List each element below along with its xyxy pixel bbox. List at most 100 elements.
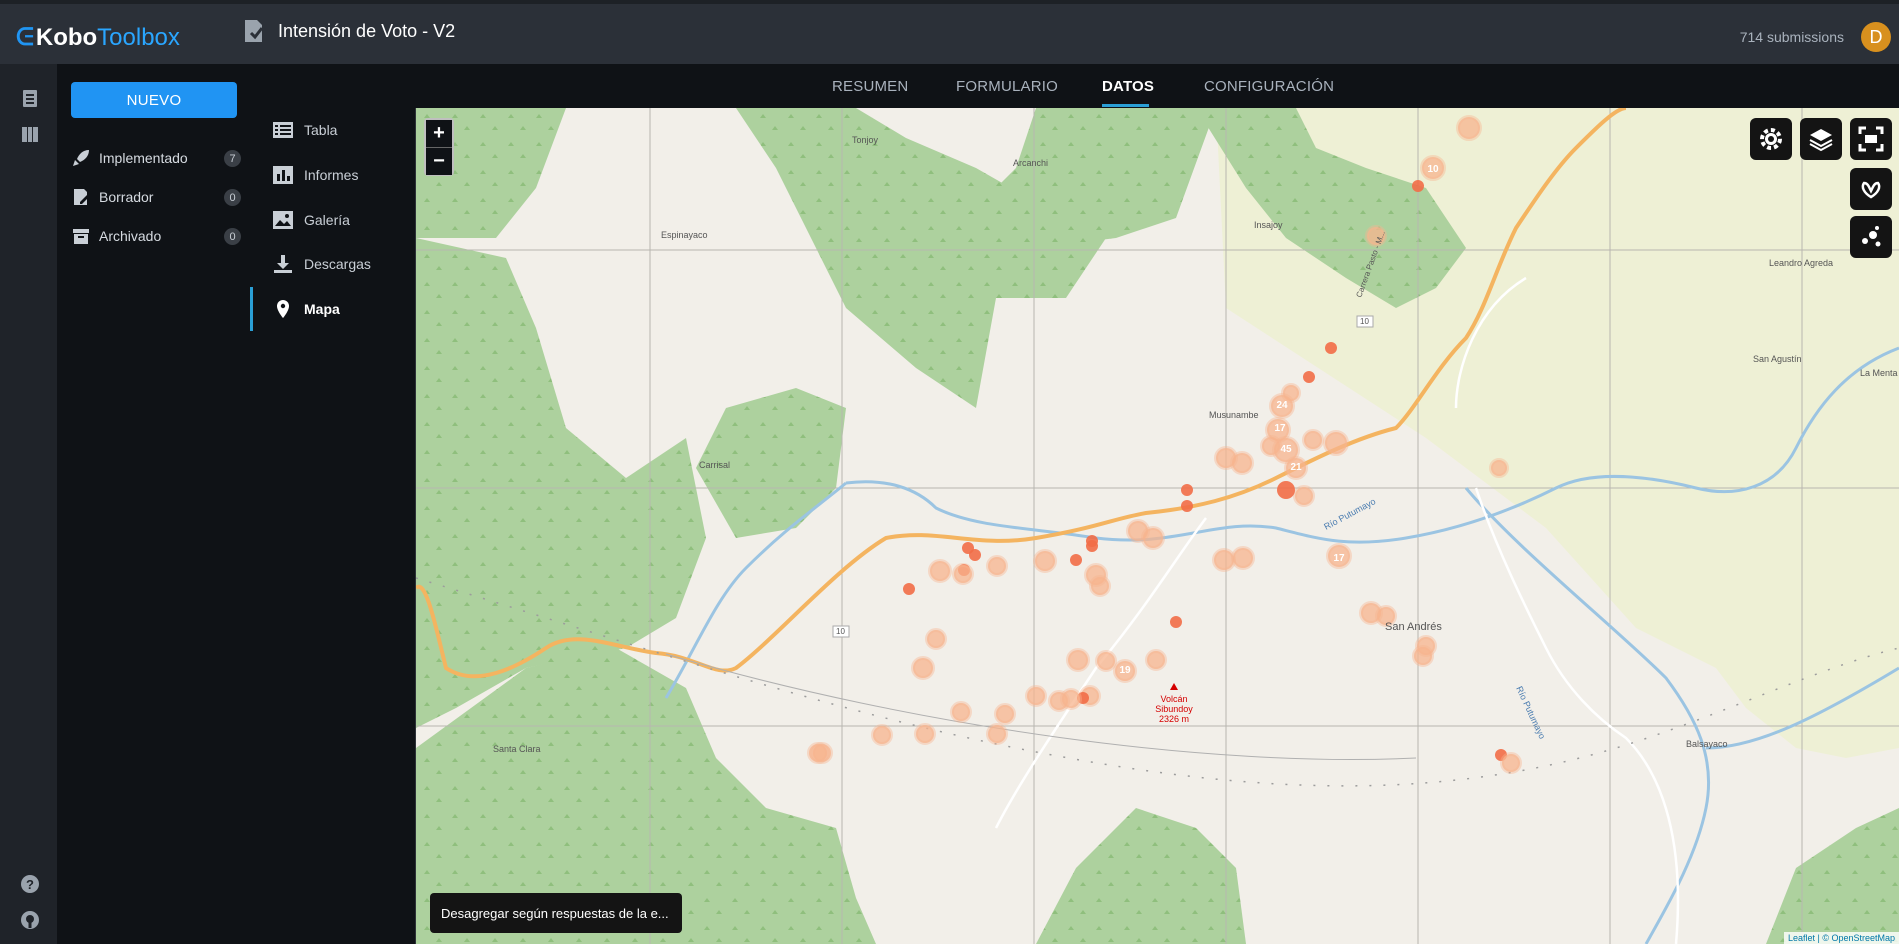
marker-cluster[interactable]	[1456, 115, 1482, 141]
subnav-gallery[interactable]: Galería	[250, 198, 415, 242]
marker-cluster[interactable]	[911, 656, 935, 680]
submission-marker[interactable]	[1181, 500, 1193, 512]
marker-cluster[interactable]	[1025, 685, 1047, 707]
marker-cluster[interactable]	[1095, 650, 1117, 672]
submission-marker[interactable]	[1181, 484, 1193, 496]
gallery-icon	[273, 211, 293, 229]
submission-marker[interactable]	[1070, 554, 1082, 566]
avatar[interactable]: D	[1861, 22, 1891, 52]
marker-cluster[interactable]	[1293, 485, 1315, 507]
submission-marker[interactable]	[1170, 616, 1182, 628]
marker-cluster[interactable]	[1145, 649, 1167, 671]
marker-cluster[interactable]	[1231, 546, 1255, 570]
marker-cluster[interactable]	[925, 628, 947, 650]
map-layers-button[interactable]	[1800, 118, 1842, 160]
submission-marker[interactable]	[1086, 540, 1098, 552]
submission-marker[interactable]	[1277, 481, 1295, 499]
marker-cluster[interactable]	[1060, 688, 1082, 710]
marker-cluster[interactable]	[1212, 548, 1236, 572]
data-subnav: Tabla Informes Galería Descargas Mapa	[250, 108, 416, 944]
zoom-out-button[interactable]: −	[426, 147, 452, 175]
subnav-downloads[interactable]: Descargas	[250, 242, 415, 286]
filter-draft[interactable]: Borrador 0	[71, 185, 241, 209]
active-tab-indicator	[1102, 104, 1149, 107]
cluster-count: 24	[1276, 400, 1288, 411]
marker-cluster[interactable]	[1412, 645, 1434, 667]
projects-panel: NUEVO Implementado 7 Borrador 0 Archivad…	[57, 64, 251, 944]
marker-cluster[interactable]	[914, 723, 936, 745]
map-tiles: Tonjoy Arcanchi Espinayaco Insajoy Carri…	[416, 108, 1899, 944]
map-attribution[interactable]: Leaflet | © OpenStreetMap	[1783, 932, 1899, 944]
filter-deployed[interactable]: Implementado 7	[71, 146, 241, 170]
form-tabs: RESUMEN FORMULARIO DATOS CONFIGURACIÓN	[250, 64, 1899, 108]
marker-cluster[interactable]	[1089, 575, 1111, 597]
cluster-count: 10	[1427, 164, 1439, 175]
marker-cluster[interactable]	[1489, 458, 1509, 478]
help-icon[interactable]: ?	[20, 874, 40, 894]
cluster-count: 17	[1333, 553, 1345, 564]
submission-marker[interactable]	[1412, 180, 1424, 192]
form-deployed-icon	[245, 20, 264, 42]
map-markers-button[interactable]	[1850, 216, 1892, 258]
map-heatmap-button[interactable]	[1850, 168, 1892, 210]
submission-marker[interactable]	[903, 583, 915, 595]
zoom-in-button[interactable]: +	[426, 120, 452, 147]
marker-cluster[interactable]	[986, 555, 1008, 577]
tab-settings[interactable]: CONFIGURACIÓN	[1204, 78, 1334, 95]
marker-cluster[interactable]	[950, 701, 972, 723]
app-logo[interactable]: ᕮ Kobo Toolbox	[16, 24, 180, 52]
filter-deployed-label: Implementado	[99, 150, 188, 166]
disaggregate-dropdown[interactable]: Desagregar según respuestas de la e...	[430, 893, 682, 933]
tab-data[interactable]: DATOS	[1102, 78, 1154, 95]
submission-marker[interactable]	[1325, 342, 1337, 354]
archive-icon	[73, 229, 89, 244]
zoom-control: + −	[424, 118, 454, 176]
layers-icon	[1809, 129, 1833, 152]
markers-icon	[1862, 226, 1881, 247]
marker-cluster[interactable]	[928, 559, 952, 583]
fullscreen-icon	[1858, 126, 1884, 152]
marker-cluster[interactable]	[1323, 430, 1349, 456]
draft-icon	[74, 189, 90, 205]
marker-cluster[interactable]	[994, 703, 1016, 725]
tab-form[interactable]: FORMULARIO	[956, 78, 1058, 95]
table-icon	[273, 122, 293, 138]
icon-rail: ?	[0, 64, 58, 944]
peak-elevation: 2326 m	[1159, 714, 1189, 724]
submission-marker[interactable]	[1303, 371, 1315, 383]
marker-cluster[interactable]	[1302, 429, 1324, 451]
projects-icon[interactable]	[20, 88, 40, 108]
marker-cluster[interactable]	[1066, 648, 1090, 672]
place-label: Arcanchi	[1013, 158, 1048, 168]
subnav-table[interactable]: Tabla	[250, 108, 415, 152]
map-canvas[interactable]: Tonjoy Arcanchi Espinayaco Insajoy Carri…	[416, 108, 1899, 944]
gear-icon	[1760, 128, 1782, 150]
map-settings-button[interactable]	[1750, 118, 1792, 160]
library-icon[interactable]	[20, 124, 40, 144]
peak-name-2: Sibundoy	[1155, 704, 1193, 714]
subnav-map[interactable]: Mapa	[250, 287, 415, 331]
marker-cluster[interactable]	[807, 742, 829, 764]
marker-cluster[interactable]	[1500, 752, 1522, 774]
marker-cluster[interactable]	[952, 563, 974, 585]
marker-cluster[interactable]	[1214, 446, 1238, 470]
new-project-button[interactable]: NUEVO	[71, 82, 237, 118]
place-label: San Andrés	[1385, 621, 1442, 633]
marker-cluster[interactable]	[1141, 526, 1165, 550]
heatmap-icon	[1861, 181, 1881, 199]
cluster-count: 17	[1274, 423, 1286, 434]
map-fullscreen-button[interactable]	[1850, 118, 1892, 160]
filter-archived[interactable]: Archivado 0	[71, 224, 241, 248]
marker-cluster[interactable]	[1260, 435, 1282, 457]
submission-marker[interactable]	[962, 542, 974, 554]
download-icon	[274, 255, 292, 273]
tab-summary[interactable]: RESUMEN	[832, 78, 908, 95]
road-ref: 10	[836, 627, 845, 636]
marker-cluster[interactable]	[1033, 549, 1057, 573]
project-title[interactable]: Intensión de Voto - V2	[278, 21, 455, 42]
subnav-reports-label: Informes	[304, 167, 359, 183]
marker-cluster[interactable]	[986, 723, 1008, 745]
github-icon[interactable]	[20, 910, 40, 930]
subnav-reports[interactable]: Informes	[250, 153, 415, 197]
marker-cluster[interactable]	[871, 724, 893, 746]
